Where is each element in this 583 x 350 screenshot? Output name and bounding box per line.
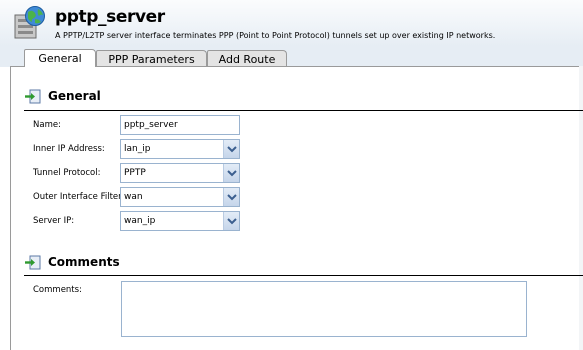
inner-ip-select[interactable]: lan_ip [120,139,240,159]
comments-section-divider [24,275,583,276]
general-section-header: General [24,87,101,105]
page-header: pptp_server A PPTP/L2TP server interface… [0,0,583,46]
general-section-divider [24,110,583,111]
page-description: A PPTP/L2TP server interface terminates … [55,31,496,40]
tunnel-protocol-label: Tunnel Protocol: [33,168,101,178]
tunnel-protocol-value: PPTP [124,168,146,178]
outer-interface-select[interactable]: wan [120,187,240,207]
chevron-down-icon[interactable] [223,188,239,206]
server-ip-label: Server IP: [33,216,75,226]
inner-ip-value: lan_ip [124,144,151,154]
outer-interface-label: Outer Interface Filter: [33,192,125,202]
chevron-down-icon[interactable] [223,140,239,158]
server-ip-value: wan_ip [124,216,156,226]
comments-textarea[interactable] [121,281,527,337]
enter-arrow-icon [25,89,41,103]
inner-ip-label: Inner IP Address: [33,144,105,154]
content-border-left [10,66,11,350]
chevron-down-icon[interactable] [223,212,239,230]
outer-interface-value: wan [124,192,143,202]
name-input[interactable]: pptp_server [120,115,240,135]
page-title: pptp_server [55,7,165,27]
tab-add-route[interactable]: Add Route [207,50,287,67]
name-label: Name: [33,120,61,130]
chevron-down-icon[interactable] [223,164,239,182]
comments-label: Comments: [33,285,82,295]
tunnel-protocol-select[interactable]: PPTP [120,163,240,183]
scroll-gutter [579,66,583,350]
comments-section-title: Comments [48,255,120,269]
server-globe-icon [14,6,45,39]
name-input-value: pptp_server [124,120,178,130]
comments-section-header: Comments [24,253,120,271]
server-ip-select[interactable]: wan_ip [120,211,240,231]
general-section-title: General [48,89,101,103]
tab-ppp-parameters[interactable]: PPP Parameters [96,50,207,67]
enter-arrow-icon [25,255,41,269]
tab-general[interactable]: General [24,49,96,67]
